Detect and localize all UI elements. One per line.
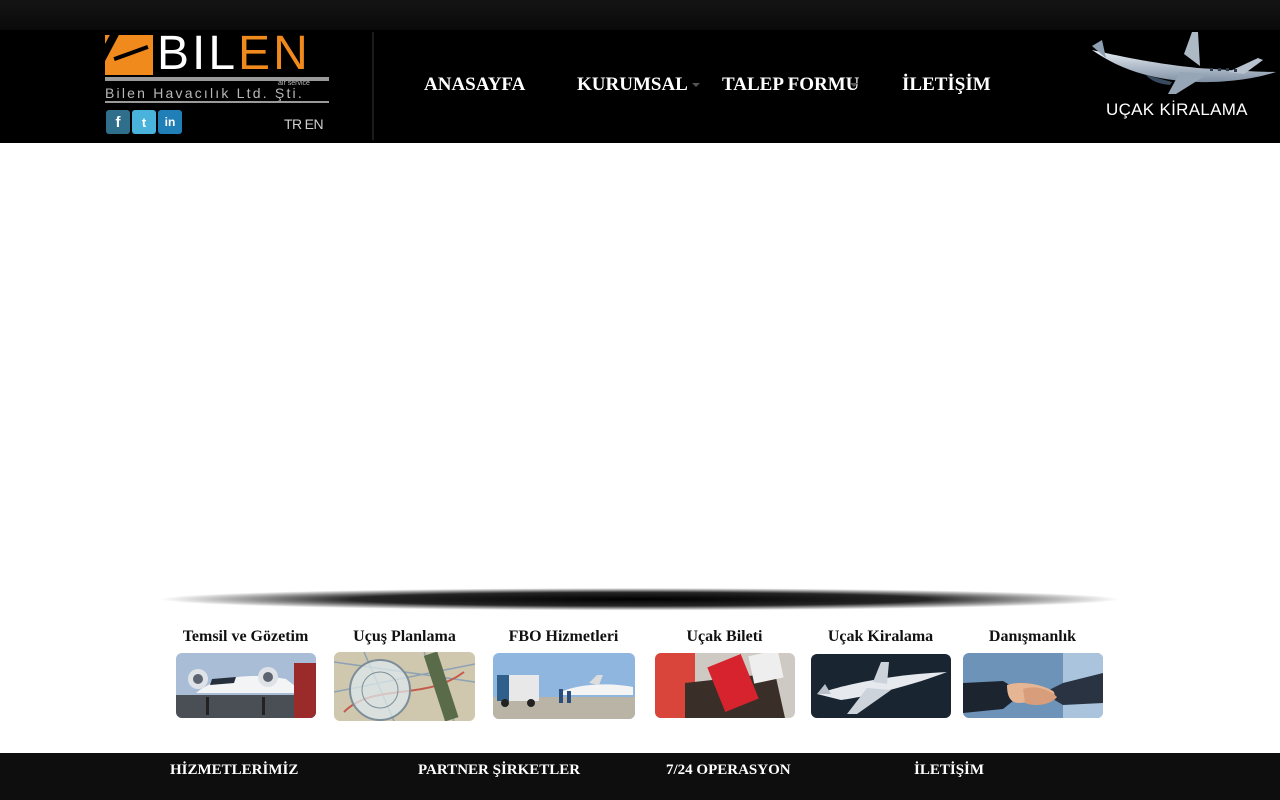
service-temsil[interactable]: Temsil ve Gözetim — [175, 627, 316, 647]
footer-link-iletisim[interactable]: İLETİŞİM — [914, 762, 984, 779]
jet-plane-icon — [1092, 32, 1276, 94]
caret-down-icon — [692, 83, 700, 87]
service-ucus-planlama[interactable]: Uçuş Planlama — [334, 627, 475, 647]
facebook-icon[interactable]: f — [106, 110, 130, 134]
nav-item-talep-formu[interactable]: TALEP FORMU — [722, 74, 859, 96]
footer-link-partner-sirketler[interactable]: PARTNER ŞİRKETLER — [418, 762, 580, 779]
service-title[interactable]: Temsil ve Gözetim — [175, 627, 316, 647]
twitter-icon[interactable]: t — [132, 110, 156, 134]
service-title[interactable]: FBO Hizmetleri — [492, 627, 635, 647]
service-title[interactable]: Danışmanlık — [962, 627, 1103, 647]
service-image-danismanlik[interactable] — [963, 653, 1103, 718]
service-image-ucus-planlama[interactable] — [334, 652, 475, 721]
language-switcher: TR EN — [284, 116, 324, 132]
service-fbo[interactable]: FBO Hizmetleri — [492, 627, 635, 647]
nav-item-iletisim[interactable]: İLETİŞİM — [902, 74, 991, 96]
logo-wordmark: BILEN — [157, 27, 311, 80]
ucak-kiralama-banner[interactable]: UÇAK KİRALAMA — [1088, 28, 1280, 128]
footer-link-operasyon[interactable]: 7/24 OPERASYON — [666, 762, 791, 779]
service-danismanlik[interactable]: Danışmanlık — [962, 627, 1103, 647]
service-image-temsil[interactable] — [176, 653, 316, 718]
service-title[interactable]: Uçak Bileti — [654, 627, 795, 647]
lang-tr-link[interactable]: TR — [284, 116, 302, 132]
site-header: BILEN air service Bilen Havacılık Ltd. Ş… — [0, 0, 1280, 143]
site-footer: HİZMETLERİMİZ PARTNER ŞİRKETLER 7/24 OPE… — [0, 753, 1280, 800]
banner-label: UÇAK KİRALAMA — [1106, 100, 1248, 119]
linkedin-icon[interactable]: in — [158, 110, 182, 134]
lang-en-link[interactable]: EN — [305, 116, 324, 132]
service-image-ucak-bileti[interactable] — [655, 653, 795, 718]
footer-link-hizmetlerimiz[interactable]: HİZMETLERİMİZ — [170, 762, 298, 779]
logo-company-name: Bilen Havacılık Ltd. Şti. — [105, 85, 304, 101]
nav-item-kurumsal[interactable]: KURUMSAL — [577, 74, 688, 96]
nav-item-anasayfa[interactable]: ANASAYFA — [424, 74, 525, 96]
service-ucak-bileti[interactable]: Uçak Bileti — [654, 627, 795, 647]
social-links: f t in — [106, 110, 182, 134]
service-title[interactable]: Uçuş Planlama — [334, 627, 475, 647]
caret-down-icon — [850, 83, 858, 87]
hero-slider-area — [0, 143, 1280, 583]
service-title[interactable]: Uçak Kiralama — [810, 627, 951, 647]
service-ucak-kiralama[interactable]: Uçak Kiralama — [810, 627, 951, 647]
logo-underline — [105, 101, 329, 103]
nav-divider — [372, 32, 374, 140]
service-image-ucak-kiralama[interactable] — [811, 654, 951, 718]
decorative-shadow — [160, 588, 1120, 616]
logo-plane-icon — [105, 35, 153, 75]
service-image-fbo[interactable] — [493, 653, 635, 719]
bilen-logo[interactable]: BILEN air service Bilen Havacılık Ltd. Ş… — [105, 29, 329, 107]
header-top-band — [0, 0, 1280, 30]
